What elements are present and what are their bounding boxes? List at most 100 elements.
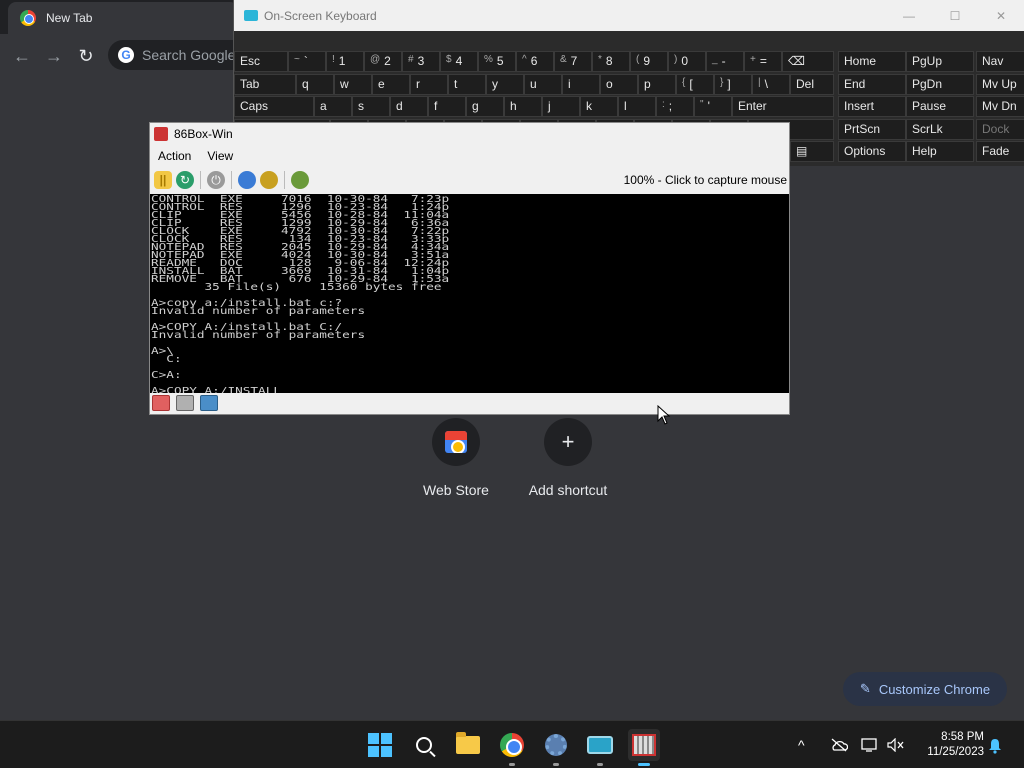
osk-nav-key[interactable]: End: [838, 73, 906, 95]
power-icon[interactable]: ⏻: [207, 171, 225, 189]
osk-key[interactable]: _ -: [706, 51, 744, 72]
osk-taskbar-button[interactable]: [584, 729, 616, 766]
shortcut-add[interactable]: + Add shortcut: [513, 418, 623, 498]
osk-key[interactable]: ~ `: [288, 51, 326, 72]
ctrl-alt-esc-icon[interactable]: [260, 171, 278, 189]
osk-key[interactable]: a: [314, 96, 352, 117]
osk-key[interactable]: i: [562, 73, 600, 95]
maximize-button[interactable]: ☐: [932, 9, 978, 23]
osk-key[interactable]: " ': [694, 96, 732, 117]
osk-key[interactable]: r: [410, 73, 448, 95]
osk-nav-key[interactable]: Mv Up: [976, 73, 1024, 95]
osk-key[interactable]: + =: [744, 51, 782, 72]
osk-nav-key[interactable]: Insert: [838, 96, 906, 117]
osk-key[interactable]: & 7: [554, 51, 592, 72]
osk-nav-key[interactable]: PgUp: [906, 51, 974, 72]
emulator-screen[interactable]: CONTROL EXE 7016 10-30-84 7:23p CONTROL …: [150, 194, 789, 393]
menu-view[interactable]: View: [199, 149, 241, 163]
osk-key[interactable]: $4: [440, 51, 478, 72]
ctrl-alt-del-icon[interactable]: [238, 171, 256, 189]
close-button[interactable]: ✕: [978, 9, 1024, 23]
osk-key[interactable]: | \: [752, 73, 790, 95]
search-button[interactable]: [408, 729, 440, 761]
omnibox[interactable]: G Search Google: [108, 40, 248, 70]
osk-nav-key[interactable]: PgDn: [906, 73, 974, 95]
osk-key[interactable]: y: [486, 73, 524, 95]
search-icon: [416, 737, 432, 753]
osk-nav-key[interactable]: Dock: [976, 118, 1024, 140]
86box-taskbar-button[interactable]: [628, 729, 660, 766]
forward-arrow-icon[interactable]: →: [42, 44, 66, 68]
network-icon[interactable]: [861, 721, 879, 768]
sound-icon[interactable]: [200, 395, 218, 411]
osk-key-shift-label: %: [484, 54, 493, 65]
reset-icon[interactable]: ↻: [176, 171, 194, 189]
clock-date: 11/25/2023: [927, 746, 984, 758]
osk-key[interactable]: @2: [364, 51, 402, 72]
reload-icon[interactable]: ↻: [74, 44, 98, 68]
osk-nav-key[interactable]: Mv Dn: [976, 96, 1024, 117]
osk-key[interactable]: f: [428, 96, 466, 117]
system-clock[interactable]: 8:58 PM 11/25/2023: [912, 730, 984, 760]
osk-key[interactable]: Tab: [234, 73, 296, 95]
osk-key-label: Caps: [240, 99, 269, 113]
osk-key[interactable]: (9: [630, 51, 668, 72]
osk-key[interactable]: ^ 6: [516, 51, 554, 72]
osk-key[interactable]: l: [618, 96, 656, 117]
osk-key[interactable]: p: [638, 73, 676, 95]
menu-action[interactable]: Action: [150, 149, 199, 163]
osk-key[interactable]: :;: [656, 96, 694, 117]
osk-key[interactable]: % 5: [478, 51, 516, 72]
osk-key[interactable]: j: [542, 96, 580, 117]
start-button[interactable]: [364, 729, 396, 761]
pause-icon[interactable]: ||: [154, 171, 172, 189]
customize-chrome-button[interactable]: ✎ Customize Chrome: [843, 672, 1007, 706]
osk-nav-key[interactable]: Home: [838, 51, 906, 72]
osk-key[interactable]: e: [372, 73, 410, 95]
back-arrow-icon[interactable]: ←: [10, 44, 34, 68]
osk-key[interactable]: d: [390, 96, 428, 117]
osk-key[interactable]: o: [600, 73, 638, 95]
osk-nav-key[interactable]: Help: [906, 141, 974, 162]
file-explorer-button[interactable]: [452, 729, 484, 761]
osk-key[interactable]: ▤: [790, 141, 834, 162]
osk-nav-key[interactable]: PrtScn: [838, 118, 906, 140]
notification-bell-icon[interactable]: [988, 738, 1002, 757]
onedrive-icon[interactable]: [830, 721, 848, 768]
folder-icon: [456, 732, 480, 754]
osk-key[interactable]: h: [504, 96, 542, 117]
osk-key[interactable]: ! 1: [326, 51, 364, 72]
hard-disk-icon[interactable]: [176, 395, 194, 411]
osk-key[interactable]: k: [580, 96, 618, 117]
osk-key[interactable]: u: [524, 73, 562, 95]
tray-chevron-icon[interactable]: ^: [798, 721, 805, 768]
osk-nav-key[interactable]: Nav: [976, 51, 1024, 72]
floppy-drive-icon[interactable]: [152, 395, 170, 411]
shortcut-web-store[interactable]: Web Store: [401, 418, 511, 498]
osk-key[interactable]: Caps: [234, 96, 314, 117]
osk-key[interactable]: s: [352, 96, 390, 117]
osk-nav-key[interactable]: Fade: [976, 141, 1024, 162]
osk-key[interactable]: w: [334, 73, 372, 95]
osk-key[interactable]: ) 0: [668, 51, 706, 72]
osk-nav-key[interactable]: Pause: [906, 96, 974, 117]
osk-key[interactable]: }]: [714, 73, 752, 95]
osk-key[interactable]: q: [296, 73, 334, 95]
osk-key[interactable]: Esc: [234, 51, 288, 72]
chrome-taskbar-button[interactable]: [496, 729, 528, 766]
osk-nav-key[interactable]: Options: [838, 141, 906, 162]
osk-key[interactable]: Del: [790, 73, 834, 95]
osk-key[interactable]: * 8: [592, 51, 630, 72]
tab-new-tab[interactable]: New Tab: [8, 2, 238, 34]
osk-key[interactable]: #3: [402, 51, 440, 72]
osk-key[interactable]: ⌫: [782, 51, 834, 72]
osk-key[interactable]: {[: [676, 73, 714, 95]
osk-key[interactable]: Enter: [732, 96, 834, 117]
volume-muted-icon[interactable]: [887, 721, 905, 768]
osk-nav-key[interactable]: ScrLk: [906, 118, 974, 140]
minimize-button[interactable]: —: [886, 9, 932, 23]
settings-taskbar-button[interactable]: [540, 729, 572, 766]
settings-icon[interactable]: [291, 171, 309, 189]
osk-key[interactable]: t: [448, 73, 486, 95]
osk-key[interactable]: g: [466, 96, 504, 117]
